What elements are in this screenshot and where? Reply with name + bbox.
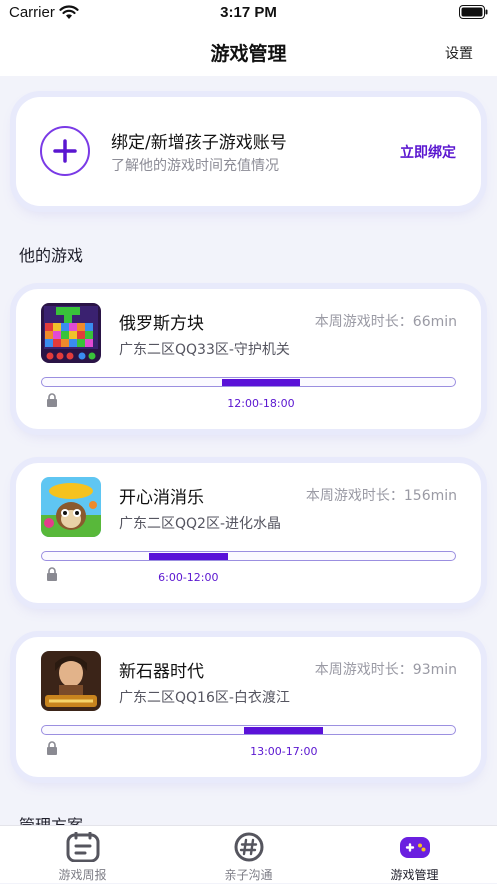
game-name: 新石器时代 xyxy=(119,662,204,682)
lock-icon[interactable] xyxy=(46,741,58,755)
gamepad-icon xyxy=(400,837,430,858)
lock-icon[interactable] xyxy=(46,393,58,407)
allowed-time-track[interactable] xyxy=(41,377,456,387)
lock-icon[interactable] xyxy=(46,567,58,581)
allowed-time-fill xyxy=(221,379,301,386)
nav-bar: 游戏管理 设置 xyxy=(0,26,497,76)
allowed-time-fill xyxy=(244,727,323,734)
allowed-time-track[interactable] xyxy=(41,725,456,735)
page-title: 游戏管理 xyxy=(210,43,287,65)
section-title-his-games: 他的游戏 xyxy=(19,246,84,265)
game-name: 开心消消乐 xyxy=(119,488,204,508)
candy-crush-game-icon xyxy=(41,477,101,537)
battery-icon xyxy=(459,5,488,19)
game-server: 广东二区QQ16区-白衣渡江 xyxy=(119,690,290,706)
tab-label: 游戏管理 xyxy=(390,868,439,882)
allowed-time-track[interactable] xyxy=(41,551,456,561)
settings-button[interactable]: 设置 xyxy=(445,43,473,63)
tab-parent-child-chat[interactable]: 亲子沟通 xyxy=(166,826,331,884)
allowed-time-label: 13:00-17:00 xyxy=(250,745,318,758)
bind-card-title: 绑定/新增孩子游戏账号 xyxy=(111,133,287,153)
tetris-game-icon xyxy=(41,303,101,363)
tab-weekly-report[interactable]: 游戏周报 xyxy=(0,826,165,884)
tab-bar: 游戏周报 亲子沟通 游戏管理 xyxy=(0,825,497,883)
game-server: 广东二区QQ2区-进化水晶 xyxy=(119,516,281,532)
game-card[interactable]: 新石器时代 本周游戏时长：93min 广东二区QQ16区-白衣渡江 13:00-… xyxy=(16,637,481,777)
chat-hash-icon xyxy=(234,832,264,862)
weekly-play-time: 本周游戏时长：93min xyxy=(314,662,457,678)
report-icon xyxy=(66,832,100,862)
tab-game-management[interactable]: 游戏管理 xyxy=(332,826,497,884)
plus-icon xyxy=(53,139,77,163)
clock-time: 3:17 PM xyxy=(220,4,277,21)
tab-label: 亲子沟通 xyxy=(224,868,273,882)
game-name: 俄罗斯方块 xyxy=(119,314,204,334)
allowed-time-fill xyxy=(149,553,228,560)
allowed-time-label: 6:00-12:00 xyxy=(158,571,219,584)
weekly-play-time: 本周游戏时长：156min xyxy=(305,488,457,504)
bind-account-card[interactable]: 绑定/新增孩子游戏账号 了解他的游戏时间充值情况 立即绑定 xyxy=(16,97,481,206)
status-bar: Carrier 3:17 PM xyxy=(0,0,497,26)
game-server: 广东二区QQ33区-守护机关 xyxy=(119,342,290,358)
bind-now-button[interactable]: 立即绑定 xyxy=(400,142,456,162)
game-card[interactable]: 开心消消乐 本周游戏时长：156min 广东二区QQ2区-进化水晶 6:00-1… xyxy=(16,463,481,603)
game-card[interactable]: 俄罗斯方块 本周游戏时长：66min 广东二区QQ33区-守护机关 12:00-… xyxy=(16,289,481,429)
add-account-button[interactable] xyxy=(40,126,90,176)
allowed-time-label: 12:00-18:00 xyxy=(227,397,295,410)
weekly-play-time: 本周游戏时长：66min xyxy=(314,314,457,330)
stone-age-game-icon xyxy=(41,651,101,711)
bind-card-subtitle: 了解他的游戏时间充值情况 xyxy=(111,158,279,174)
tab-label: 游戏周报 xyxy=(58,868,107,882)
